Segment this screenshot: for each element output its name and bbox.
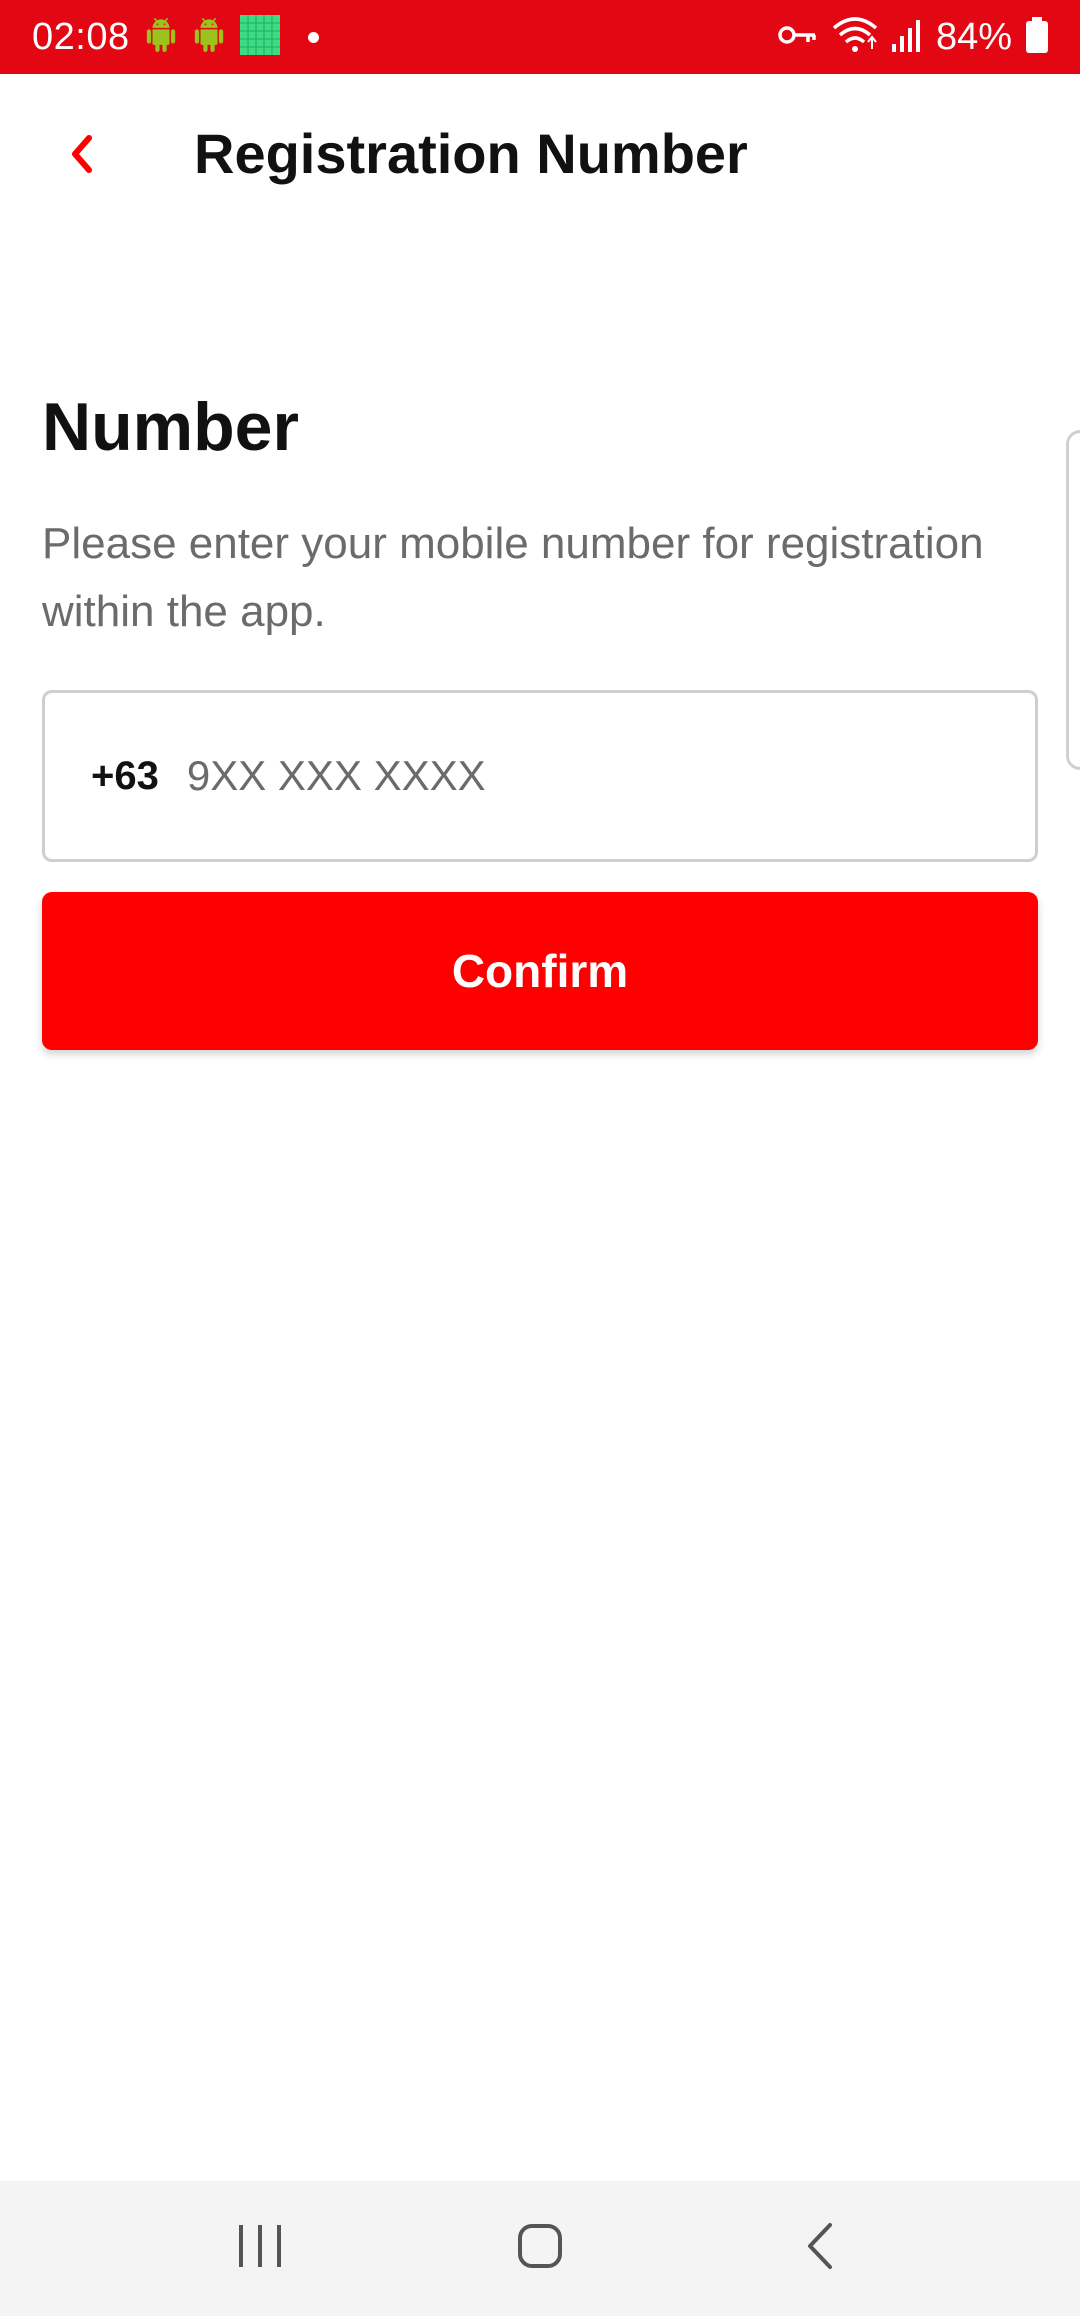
android-icon [192, 17, 226, 57]
status-bar-right: 84% [778, 16, 1048, 59]
confirm-button[interactable]: Confirm [42, 892, 1038, 1050]
phone-number-input[interactable] [186, 752, 947, 800]
recent-apps-icon [235, 2223, 285, 2274]
system-back-button[interactable] [770, 2199, 870, 2299]
chevron-left-icon [67, 134, 97, 179]
status-bar-left: 02:08 [32, 14, 319, 60]
home-icon [516, 2222, 564, 2275]
back-icon [802, 2221, 838, 2276]
back-button[interactable] [50, 124, 114, 188]
status-time: 02:08 [32, 15, 130, 58]
country-code: +63 [91, 753, 159, 798]
phone-number-field[interactable]: +63 [42, 690, 1038, 862]
edge-panel-handle[interactable] [1066, 430, 1080, 770]
home-button[interactable] [490, 2199, 590, 2299]
registration-screen: 02:08 84% Registration Number Number Ple… [0, 0, 1080, 2316]
notification-dot-icon [307, 31, 319, 43]
signal-icon [891, 18, 922, 57]
app-bar: Registration Number [0, 74, 1080, 234]
battery-icon [1026, 16, 1048, 58]
recent-apps-button[interactable] [210, 2199, 310, 2299]
navigation-bar [0, 2181, 1080, 2316]
section-heading: Number [42, 389, 299, 465]
page-title: Registration Number [194, 122, 748, 185]
app-grid-icon [239, 14, 280, 60]
battery-percent: 84% [935, 15, 1012, 58]
vpn-key-icon [778, 23, 818, 52]
description-text: Please enter your mobile number for regi… [42, 519, 984, 636]
wifi-icon [832, 16, 878, 59]
status-bar: 02:08 84% [0, 0, 1080, 74]
android-icon [144, 17, 178, 57]
